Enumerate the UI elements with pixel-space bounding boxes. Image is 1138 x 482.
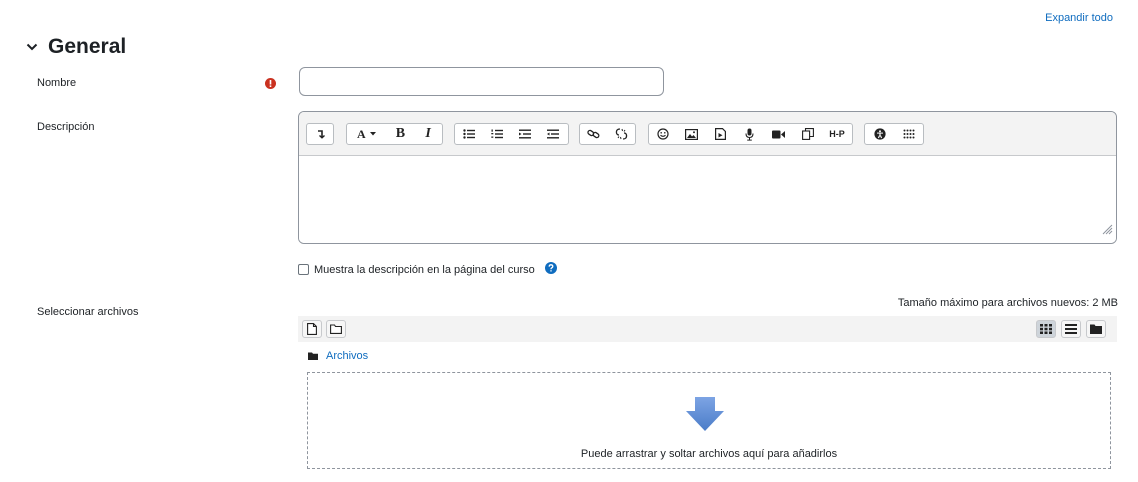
name-label: Nombre xyxy=(37,77,77,89)
bold-icon[interactable]: B xyxy=(387,124,415,144)
toolbar-group-accessibility xyxy=(864,123,924,145)
file-picker-toolbar xyxy=(298,316,1117,342)
italic-icon[interactable]: I xyxy=(414,124,442,144)
accessibility-checker-icon[interactable] xyxy=(865,124,894,144)
max-file-size-text: Tamaño máximo para archivos nuevos: 2 MB xyxy=(897,297,1118,309)
resize-handle-icon[interactable] xyxy=(1101,222,1113,240)
numbered-list-icon[interactable] xyxy=(483,124,511,144)
create-folder-button[interactable] xyxy=(326,320,346,338)
drop-instructions: Puede arrastrar y soltar archivos aquí p… xyxy=(580,448,838,460)
drop-arrow-icon xyxy=(686,397,724,436)
toolbar-group-collapse xyxy=(306,123,334,145)
toolbar-group-lists xyxy=(454,123,569,145)
new-file-icon xyxy=(307,323,317,335)
description-editor: A B I H-P xyxy=(298,111,1117,244)
tree-view-button[interactable] xyxy=(1086,320,1106,338)
help-icon[interactable] xyxy=(544,262,557,277)
show-description-checkbox[interactable] xyxy=(298,264,309,275)
show-description-row: Muestra la descripción en la página del … xyxy=(298,262,557,277)
name-input[interactable] xyxy=(299,67,664,96)
file-picker: Archivos Puede arrastrar y soltar archiv… xyxy=(298,316,1117,481)
toolbar-group-insert: H-P xyxy=(648,123,853,145)
icons-view-button[interactable] xyxy=(1036,320,1056,338)
folder-link-archivos[interactable]: Archivos xyxy=(326,350,368,362)
bulleted-list-icon[interactable] xyxy=(455,124,483,144)
media-icon[interactable] xyxy=(706,124,735,144)
description-label: Descripción xyxy=(37,121,95,133)
required-icon xyxy=(265,76,276,94)
add-file-button[interactable] xyxy=(302,320,322,338)
collapse-icon[interactable] xyxy=(307,124,333,144)
description-textarea[interactable] xyxy=(299,156,1116,243)
section-title: General xyxy=(48,35,127,58)
toolbar-group-links xyxy=(579,123,636,145)
record-audio-icon[interactable] xyxy=(735,124,764,144)
course-settings-page: Expandir todo General Nombre Descripción… xyxy=(0,0,1138,482)
unlink-icon[interactable] xyxy=(608,124,636,144)
outdent-icon[interactable] xyxy=(539,124,567,144)
list-view-button[interactable] xyxy=(1061,320,1081,338)
icons-view-icon xyxy=(1040,324,1052,334)
tree-view-icon xyxy=(1090,324,1102,334)
manage-files-icon[interactable] xyxy=(793,124,822,144)
select-files-label: Seleccionar archivos xyxy=(37,306,139,318)
section-header-general[interactable]: General xyxy=(26,35,126,59)
image-icon[interactable] xyxy=(677,124,706,144)
new-folder-icon xyxy=(330,324,342,334)
font-style-icon[interactable]: A xyxy=(347,124,387,144)
screenreader-helper-icon[interactable] xyxy=(894,124,923,144)
emoji-icon[interactable] xyxy=(649,124,677,144)
list-view-icon xyxy=(1065,324,1077,334)
folder-icon xyxy=(308,347,318,365)
expand-all-link[interactable]: Expandir todo xyxy=(1045,12,1113,24)
toolbar-group-style: A B I xyxy=(346,123,443,145)
font-style-label: A xyxy=(356,126,366,141)
link-icon[interactable] xyxy=(580,124,608,144)
h5p-icon[interactable]: H-P xyxy=(822,124,852,144)
chevron-down-icon xyxy=(26,43,38,51)
show-description-label: Muestra la descripción en la página del … xyxy=(314,263,535,276)
file-picker-path: Archivos xyxy=(308,347,368,365)
indent-icon[interactable] xyxy=(511,124,539,144)
editor-toolbar: A B I H-P xyxy=(299,112,1116,156)
file-dropzone[interactable]: Puede arrastrar y soltar archivos aquí p… xyxy=(307,372,1111,469)
record-video-icon[interactable] xyxy=(764,124,793,144)
